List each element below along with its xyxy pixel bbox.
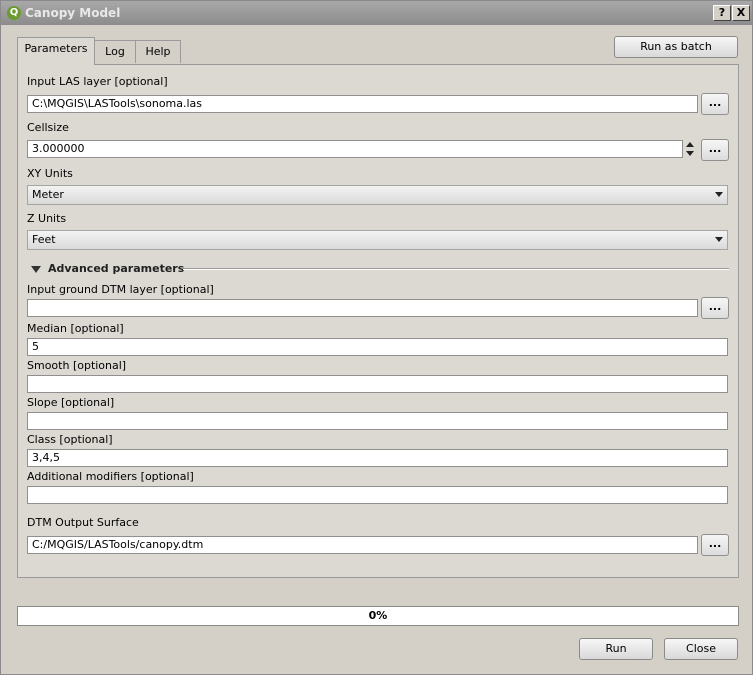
z-units-select[interactable]: Feet — [27, 230, 728, 250]
input-las-label: Input LAS layer [optional] — [27, 75, 168, 88]
cellsize-input[interactable]: 3.000000 — [27, 140, 683, 158]
spin-up-icon[interactable] — [686, 142, 694, 147]
spin-down-icon[interactable] — [686, 151, 694, 156]
qgis-logo-icon: Q — [7, 6, 21, 20]
input-las-field[interactable]: C:\MQGIS\LASTools\sonoma.las — [27, 95, 698, 113]
xy-units-label: XY Units — [27, 167, 73, 180]
parameters-panel: Input LAS layer [optional] C:\MQGIS\LAST… — [17, 64, 739, 578]
title-bar: Q Canopy Model ? X — [1, 1, 752, 25]
progress-bar: 0% — [17, 606, 739, 626]
tab-log[interactable]: Log — [94, 40, 136, 63]
smooth-label: Smooth [optional] — [27, 359, 127, 372]
tab-help[interactable]: Help — [135, 40, 181, 63]
class-input[interactable]: 3,4,5 — [27, 449, 728, 467]
median-input[interactable]: 5 — [27, 338, 728, 356]
input-las-browse-button[interactable]: ... — [701, 93, 729, 115]
run-button[interactable]: Run — [579, 638, 653, 660]
chevron-down-icon — [715, 192, 723, 197]
median-label: Median [optional] — [27, 322, 124, 335]
advanced-divider — [183, 268, 729, 270]
chevron-down-icon — [715, 237, 723, 242]
ground-dtm-field[interactable] — [27, 299, 698, 317]
z-units-value: Feet — [32, 233, 56, 246]
ground-dtm-browse-button[interactable]: ... — [701, 297, 729, 319]
class-label: Class [optional] — [27, 433, 113, 446]
slope-label: Slope [optional] — [27, 396, 115, 409]
xy-units-value: Meter — [32, 188, 64, 201]
close-icon[interactable]: X — [732, 5, 750, 21]
cellsize-label: Cellsize — [27, 121, 69, 134]
help-icon[interactable]: ? — [713, 5, 731, 21]
advanced-parameters-header[interactable]: Advanced parameters — [48, 262, 184, 275]
tab-parameters[interactable]: Parameters — [17, 37, 95, 65]
dialog-window: Q Canopy Model ? X Parameters Log Help R… — [0, 0, 753, 675]
cellsize-browse-button[interactable]: ... — [701, 139, 729, 161]
progress-label: 0% — [368, 609, 388, 622]
dtm-output-label: DTM Output Surface — [27, 516, 139, 529]
run-batch-button[interactable]: Run as batch process... — [614, 36, 738, 73]
z-units-label: Z Units — [27, 212, 67, 225]
dtm-output-field[interactable]: C:/MQGIS/LASTools/canopy.dtm — [27, 536, 698, 554]
smooth-input[interactable] — [27, 375, 728, 393]
slope-input[interactable] — [27, 412, 728, 430]
close-button[interactable]: Close — [664, 638, 738, 660]
window-title: Canopy Model — [25, 6, 121, 20]
additional-modifiers-input[interactable] — [27, 486, 728, 504]
dtm-output-browse-button[interactable]: ... — [701, 534, 729, 556]
xy-units-select[interactable]: Meter — [27, 185, 728, 205]
additional-modifiers-label: Additional modifiers [optional] — [27, 470, 194, 483]
collapse-triangle-icon[interactable] — [31, 266, 41, 273]
cellsize-stepper[interactable] — [683, 139, 699, 159]
ground-dtm-label: Input ground DTM layer [optional] — [27, 283, 214, 296]
